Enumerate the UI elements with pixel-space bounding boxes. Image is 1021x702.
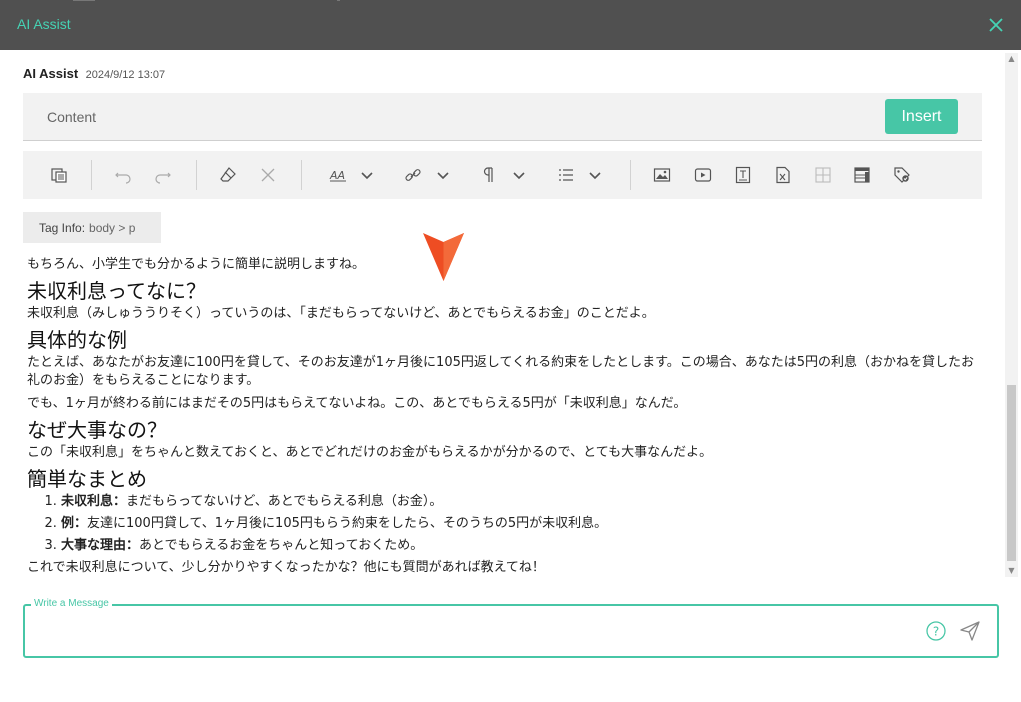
window-title: AI Assist — [17, 16, 71, 32]
message-input-label: Write a Message — [31, 598, 112, 609]
message-meta: AI Assist 2024/9/12 13:07 — [23, 65, 165, 83]
window-titlebar: AI Assist — [0, 0, 1021, 50]
list-item-term: 大事な理由： — [61, 538, 140, 553]
toolbar-divider — [196, 160, 197, 190]
font-size-icon[interactable]: AA — [326, 163, 350, 187]
doc-paragraph: でも、1ヶ月が終わる前にはまだその5円はもらえてないよね。この、あとでもらえる5… — [27, 396, 687, 411]
doc-heading: なぜ大事なの？ — [27, 418, 167, 442]
tag-info-label: Tag Info: — [39, 221, 86, 235]
table-icon[interactable] — [811, 163, 835, 187]
doc-paragraph: この「未収利息」をちゃんと数えておくと、あとでどれだけのお金がもらえるかが分かる… — [27, 445, 713, 460]
list-item: 未収利息：まだもらってないけど、あとでもらえる利息（お金）。 — [61, 493, 982, 511]
message-timestamp: 2024/9/12 13:07 — [85, 69, 166, 81]
doc-outro: これで未収利息について、少し分かりやすくなったかな？他にも質問があれば教えてね！ — [27, 560, 545, 575]
message-input[interactable] — [30, 614, 910, 648]
list-item-text: あとでもらえるお金をちゃんと知っておくため。 — [139, 538, 424, 553]
scrollbar[interactable]: ▲ ▼ — [1005, 53, 1018, 577]
doc-intro: もちろん、小学生でも分かるように簡単に説明しますね。 — [27, 257, 366, 272]
summary-list: 未収利息：まだもらってないけど、あとでもらえる利息（お金）。 例：友達に100円… — [61, 493, 982, 555]
select-all-icon[interactable] — [47, 163, 71, 187]
svg-text:AA: AA — [329, 169, 345, 182]
toolbar-divider — [301, 160, 302, 190]
template-icon[interactable] — [850, 163, 874, 187]
insert-button[interactable]: Insert — [885, 99, 958, 134]
redo-icon[interactable] — [151, 163, 175, 187]
message-author: AI Assist — [23, 66, 79, 81]
document-content[interactable]: もちろん、小学生でも分かるように簡単に説明しますね。 未収利息ってなに？ 未収利… — [27, 256, 982, 582]
undo-icon[interactable] — [111, 163, 135, 187]
paragraph-icon[interactable] — [477, 163, 501, 187]
toolbar-divider — [630, 160, 631, 190]
eraser-icon[interactable] — [216, 163, 240, 187]
list-item-text: 友達に100円貸して、1ヶ月後に105円もらう約束をしたら、そのうちの5円が未収… — [87, 516, 608, 531]
titlebar-edge — [73, 0, 95, 1]
content-header: Content Insert — [23, 93, 982, 141]
list-item-term: 例： — [61, 516, 88, 531]
scrollbar-thumb[interactable] — [1007, 385, 1016, 561]
doc-heading: 簡単なまとめ — [27, 467, 147, 491]
tag-icon[interactable] — [890, 163, 914, 187]
video-icon[interactable] — [691, 163, 715, 187]
doc-heading: 具体的な例 — [27, 328, 127, 352]
chevron-down-icon[interactable] — [431, 163, 455, 187]
scroll-down-icon[interactable]: ▼ — [1005, 565, 1018, 577]
doc-paragraph: たとえば、あなたがお友達に100円を貸して、そのお友達が1ヶ月後に105円返して… — [27, 355, 975, 388]
svg-text:?: ? — [933, 625, 939, 639]
tag-info: Tag Info: body > p — [23, 212, 161, 243]
tag-info-path: body > p — [89, 221, 136, 235]
file-icon[interactable] — [771, 163, 795, 187]
help-circle-icon[interactable]: ? — [926, 621, 946, 641]
doc-heading: 未収利息ってなに？ — [27, 279, 206, 303]
clear-icon[interactable] — [256, 163, 280, 187]
list-item-term: 未収利息： — [61, 494, 127, 509]
chevron-down-icon[interactable] — [355, 163, 379, 187]
titlebar-edge — [337, 0, 340, 1]
content-label: Content — [47, 109, 97, 125]
link-icon[interactable] — [401, 163, 425, 187]
doc-paragraph: 未収利息（みしゅううりそく）っていうのは、「まだもらってないけど、あとでもらえる… — [27, 306, 655, 321]
send-icon[interactable] — [960, 621, 980, 641]
chevron-down-icon[interactable] — [583, 163, 607, 187]
list-item: 例：友達に100円貸して、1ヶ月後に105円もらう約束をしたら、そのうちの5円が… — [61, 515, 982, 533]
toolbar-divider — [91, 160, 92, 190]
editor-toolbar: AA — [23, 151, 982, 199]
list-item-text: まだもらってないけど、あとでもらえる利息（お金）。 — [126, 494, 443, 509]
text-box-icon[interactable] — [731, 163, 755, 187]
list-icon[interactable] — [554, 163, 578, 187]
chevron-down-icon[interactable] — [507, 163, 531, 187]
image-icon[interactable] — [650, 163, 674, 187]
list-item: 大事な理由：あとでもらえるお金をちゃんと知っておくため。 — [61, 537, 982, 555]
close-icon[interactable] — [987, 16, 1005, 34]
scroll-up-icon[interactable]: ▲ — [1005, 53, 1018, 65]
